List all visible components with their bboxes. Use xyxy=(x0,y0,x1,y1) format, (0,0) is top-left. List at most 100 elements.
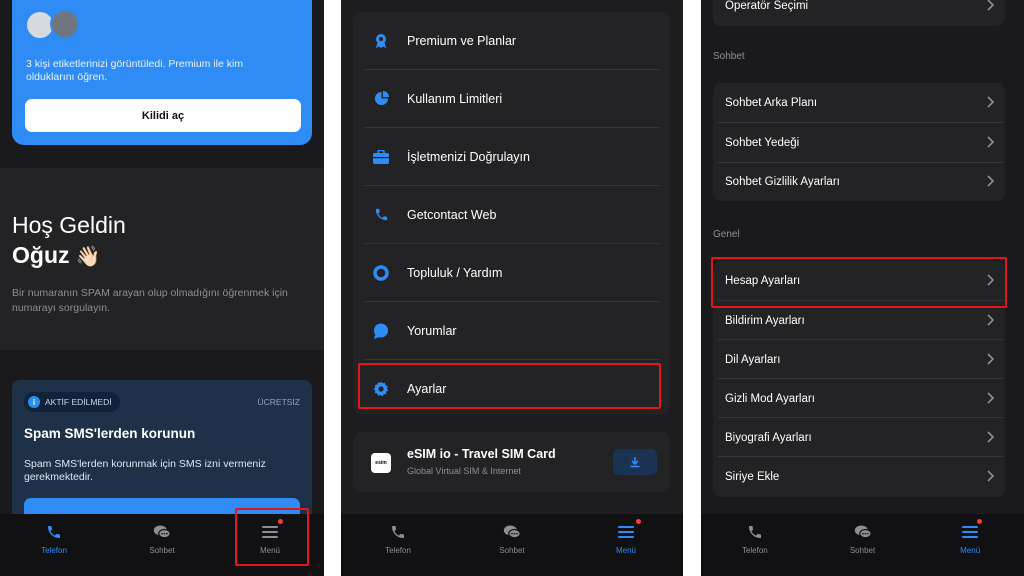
settings-screen: Operatör Seçimi Sohbet Sohbet Arka Planı… xyxy=(701,0,1024,576)
nav-chat-label: Sohbet xyxy=(849,546,876,555)
settings-item-label: Hesap Ayarları xyxy=(725,274,801,287)
settings-item-chat-background[interactable]: Sohbet Arka Planı xyxy=(713,83,1005,122)
esim-subtitle: Global Virtual SIM & Internet xyxy=(407,466,521,476)
settings-item-operator[interactable]: Operatör Seçimi xyxy=(713,0,1005,25)
unlock-button[interactable]: Kilidi aç xyxy=(25,99,301,132)
premium-viewers-card: 3 kişi etiketlerinizi görüntüledi. Premi… xyxy=(12,0,312,145)
nav-phone[interactable]: Telefon xyxy=(0,514,108,576)
settings-item-label: Bildirim Ayarları xyxy=(725,314,805,327)
settings-item-chat-privacy[interactable]: Sohbet Gizlilik Ayarları xyxy=(713,162,1005,201)
spam-sms-card[interactable]: i AKTİF EDİLMEDİ ÜCRETSİZ Spam SMS'lerde… xyxy=(12,380,312,528)
status-badge-label: AKTİF EDİLMEDİ xyxy=(45,397,112,407)
menu-item-community-help[interactable]: Topluluk / Yardım xyxy=(353,244,670,301)
settings-item-biography[interactable]: Biyografi Ayarları xyxy=(713,418,1005,457)
download-icon xyxy=(630,457,640,468)
chevron-right-icon xyxy=(987,431,995,443)
bottom-navigation: Telefon Sohbet Menü xyxy=(701,514,1024,576)
menu-list: Premium ve Planlar Kullanım Limitleri İş… xyxy=(353,12,670,415)
menu-item-label: Yorumlar xyxy=(407,323,457,338)
settings-item-chat-backup[interactable]: Sohbet Yedeği xyxy=(713,123,1005,162)
chat-icon xyxy=(852,521,874,543)
nav-menu[interactable]: Menü xyxy=(569,514,683,576)
nav-chat[interactable]: Sohbet xyxy=(108,514,216,576)
notification-dot xyxy=(977,519,983,524)
welcome-greeting: Hoş Geldin xyxy=(12,212,126,238)
menu-item-getcontact-web[interactable]: Getcontact Web xyxy=(353,186,670,243)
lifebuoy-icon xyxy=(372,264,390,282)
phone-icon xyxy=(744,521,766,543)
welcome-name-line: Oğuz 👋🏻 xyxy=(12,242,101,269)
settings-item-label: Biyografi Ayarları xyxy=(725,431,812,444)
phone-icon xyxy=(43,521,65,543)
menu-item-label: İşletmenizi Doğrulayın xyxy=(407,149,530,164)
notification-dot xyxy=(636,519,641,524)
settings-item-account[interactable]: Hesap Ayarları xyxy=(713,261,1005,300)
home-screen: 3 kişi etiketlerinizi görüntüledi. Premi… xyxy=(0,0,324,576)
settings-item-hidden-mode[interactable]: Gizli Mod Ayarları xyxy=(713,379,1005,418)
settings-item-label: Gizli Mod Ayarları xyxy=(725,392,815,405)
settings-item-label: Siriye Ekle xyxy=(725,470,780,483)
nav-menu[interactable]: Menü xyxy=(216,514,324,576)
sms-card-description: Spam SMS'lerden korunmak için SMS izni v… xyxy=(24,458,266,483)
menu-item-label: Kullanım Limitleri xyxy=(407,91,503,106)
nav-phone[interactable]: Telefon xyxy=(341,514,455,576)
briefcase-icon xyxy=(372,148,390,166)
nav-menu-label: Menü xyxy=(615,546,636,555)
avatar xyxy=(50,9,80,39)
chat-icon xyxy=(501,521,523,543)
download-button[interactable] xyxy=(613,449,657,475)
nav-menu[interactable]: Menü xyxy=(916,514,1024,576)
welcome-section: Hoş Geldin Oğuz 👋🏻 Bir numaranın SPAM ar… xyxy=(0,168,324,350)
section-title-general: Genel xyxy=(713,229,740,240)
nav-chat[interactable]: Sohbet xyxy=(809,514,917,576)
nav-phone[interactable]: Telefon xyxy=(701,514,809,576)
info-icon: i xyxy=(28,396,40,408)
settings-item-label: Sohbet Gizlilik Ayarları xyxy=(725,175,840,188)
settings-item-language[interactable]: Dil Ayarları xyxy=(713,340,1005,379)
nav-phone-label: Telefon xyxy=(741,546,768,555)
esim-logo: esim xyxy=(371,453,391,473)
nav-chat-label: Sohbet xyxy=(149,546,175,555)
menu-item-verify-business[interactable]: İşletmenizi Doğrulayın xyxy=(353,128,670,185)
sms-card-title: Spam SMS'lerden korunun xyxy=(24,426,196,441)
bottom-navigation: Telefon Sohbet Menü xyxy=(341,514,683,576)
chevron-right-icon xyxy=(987,0,995,11)
esim-title: eSIM io - Travel SIM Card xyxy=(407,447,556,461)
chevron-right-icon xyxy=(987,314,995,326)
settings-item-label: Operatör Seçimi xyxy=(725,0,809,12)
menu-item-premium[interactable]: Premium ve Planlar xyxy=(353,12,670,69)
settings-group-chat: Sohbet Arka Planı Sohbet Yedeği Sohbet G… xyxy=(713,83,1005,201)
menu-item-label: Getcontact Web xyxy=(407,207,497,222)
menu-icon xyxy=(259,521,281,543)
settings-item-label: Sohbet Yedeği xyxy=(725,136,800,149)
notification-dot xyxy=(278,519,283,524)
nav-phone-label: Telefon xyxy=(385,546,411,555)
chevron-right-icon xyxy=(987,175,995,187)
settings-item-label: Sohbet Arka Planı xyxy=(725,96,818,109)
user-name: Oğuz xyxy=(12,242,70,268)
settings-item-notifications[interactable]: Bildirim Ayarları xyxy=(713,301,1005,340)
wave-emoji: 👋🏻 xyxy=(75,246,101,268)
chevron-right-icon xyxy=(987,96,995,108)
menu-item-label: Premium ve Planlar xyxy=(407,33,517,48)
menu-icon xyxy=(959,521,981,543)
status-badge: i AKTİF EDİLMEDİ xyxy=(24,392,120,412)
nav-chat[interactable]: Sohbet xyxy=(455,514,569,576)
menu-item-label: Topluluk / Yardım xyxy=(407,265,503,280)
award-icon xyxy=(372,32,390,50)
menu-screen: Premium ve Planlar Kullanım Limitleri İş… xyxy=(341,0,683,576)
menu-icon xyxy=(615,521,637,543)
esim-ad-card[interactable]: esim eSIM io - Travel SIM Card Global Vi… xyxy=(353,432,670,492)
menu-item-usage-limits[interactable]: Kullanım Limitleri xyxy=(353,70,670,127)
chevron-right-icon xyxy=(987,353,995,365)
menu-item-comments[interactable]: Yorumlar xyxy=(353,302,670,359)
viewers-text: 3 kişi etiketlerinizi görüntüledi. Premi… xyxy=(26,58,244,83)
nav-chat-label: Sohbet xyxy=(499,546,525,555)
menu-item-settings[interactable]: Ayarlar xyxy=(353,360,670,417)
bottom-navigation: Telefon Sohbet Menü xyxy=(0,514,324,576)
comment-icon xyxy=(372,322,390,340)
menu-item-label: Ayarlar xyxy=(407,381,447,396)
chevron-right-icon xyxy=(987,274,995,286)
gear-icon xyxy=(372,380,390,398)
settings-item-add-to-siri[interactable]: Siriye Ekle xyxy=(713,457,1005,496)
